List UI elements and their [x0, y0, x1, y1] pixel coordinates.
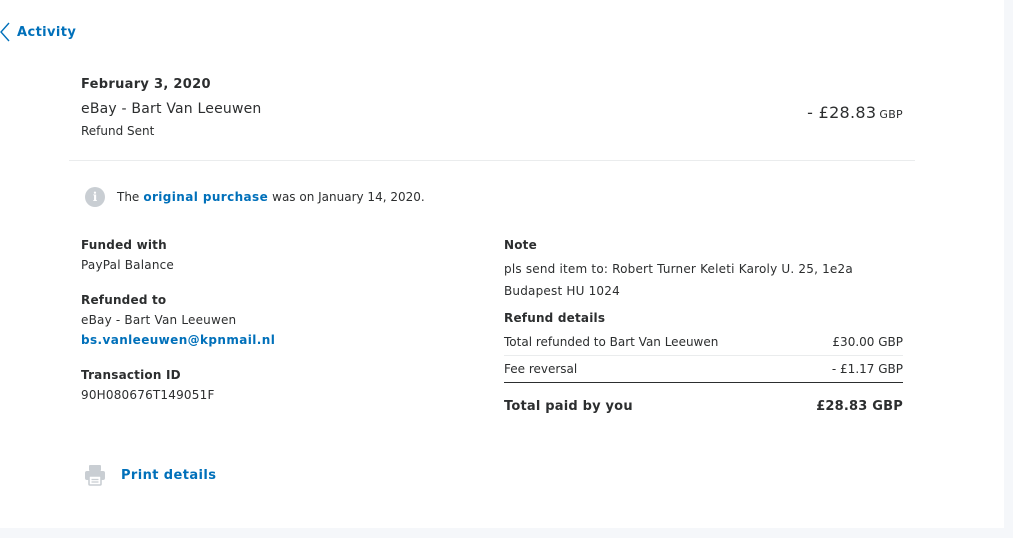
amount-currency: GBP — [879, 108, 903, 121]
payment-details-column: Funded with PayPal Balance Refunded to e… — [81, 238, 411, 423]
transaction-id-value: 90H080676T149051F — [81, 388, 215, 402]
amount-value: - £28.83 — [807, 103, 877, 122]
transaction-date: February 3, 2020 — [81, 77, 211, 92]
note-and-refund-column: Note pls send item to: Robert Turner Kel… — [504, 238, 903, 414]
original-purchase-link[interactable]: original purchase — [143, 190, 268, 204]
refund-row: Fee reversal - £1.17 GBP — [504, 356, 903, 383]
back-to-activity-link[interactable]: Activity — [0, 22, 76, 42]
note-text: pls send item to: Robert Turner Keleti K… — [504, 262, 853, 298]
merchant-name: eBay - Bart Van Leeuwen — [81, 101, 262, 117]
info-suffix: was on January 14, 2020. — [272, 190, 425, 204]
printer-icon — [85, 465, 105, 486]
back-label: Activity — [17, 24, 77, 40]
funded-with-value: PayPal Balance — [81, 258, 175, 272]
refunded-to-email-link[interactable]: bs.vanleeuwen@kpnmail.nl — [81, 333, 411, 347]
refund-row: Total refunded to Bart Van Leeuwen £30.0… — [504, 329, 903, 356]
refunded-to-label: Refunded to — [81, 293, 167, 307]
header-divider — [69, 160, 915, 161]
transaction-amount: - £28.83 GBP — [807, 103, 903, 122]
transaction-details-card: Activity February 3, 2020 eBay - Bart Va… — [0, 0, 1004, 528]
refund-row-label: Fee reversal — [504, 362, 578, 376]
transaction-status: Refund Sent — [81, 124, 155, 138]
transaction-id-label: Transaction ID — [81, 368, 181, 382]
total-paid-label: Total paid by you — [504, 399, 633, 414]
info-icon: i — [85, 187, 105, 207]
original-purchase-info: i The original purchase was on January 1… — [85, 187, 425, 207]
refund-details-label: Refund details — [504, 311, 606, 325]
note-label: Note — [504, 238, 537, 252]
transaction-id-section: Transaction ID 90H080676T149051F — [81, 368, 411, 402]
chevron-left-icon — [0, 22, 10, 42]
print-details-button[interactable]: Print details — [84, 464, 216, 486]
refund-details-table: Total refunded to Bart Van Leeuwen £30.0… — [504, 329, 903, 414]
total-paid-row: Total paid by you £28.83 GBP — [504, 399, 903, 414]
total-paid-value: £28.83 GBP — [816, 399, 903, 414]
print-details-label: Print details — [121, 467, 217, 483]
refund-row-label: Total refunded to Bart Van Leeuwen — [504, 335, 719, 349]
info-prefix: The — [117, 190, 140, 204]
refund-row-value: £30.00 GBP — [832, 335, 903, 349]
refunded-to-section: Refunded to eBay - Bart Van Leeuwen bs.v… — [81, 293, 411, 347]
funded-with-label: Funded with — [81, 238, 167, 252]
funded-with-section: Funded with PayPal Balance — [81, 238, 411, 272]
refund-row-value: - £1.17 GBP — [831, 362, 903, 376]
transaction-header: February 3, 2020 eBay - Bart Van Leeuwen… — [81, 77, 904, 138]
refunded-to-name: eBay - Bart Van Leeuwen — [81, 313, 237, 327]
